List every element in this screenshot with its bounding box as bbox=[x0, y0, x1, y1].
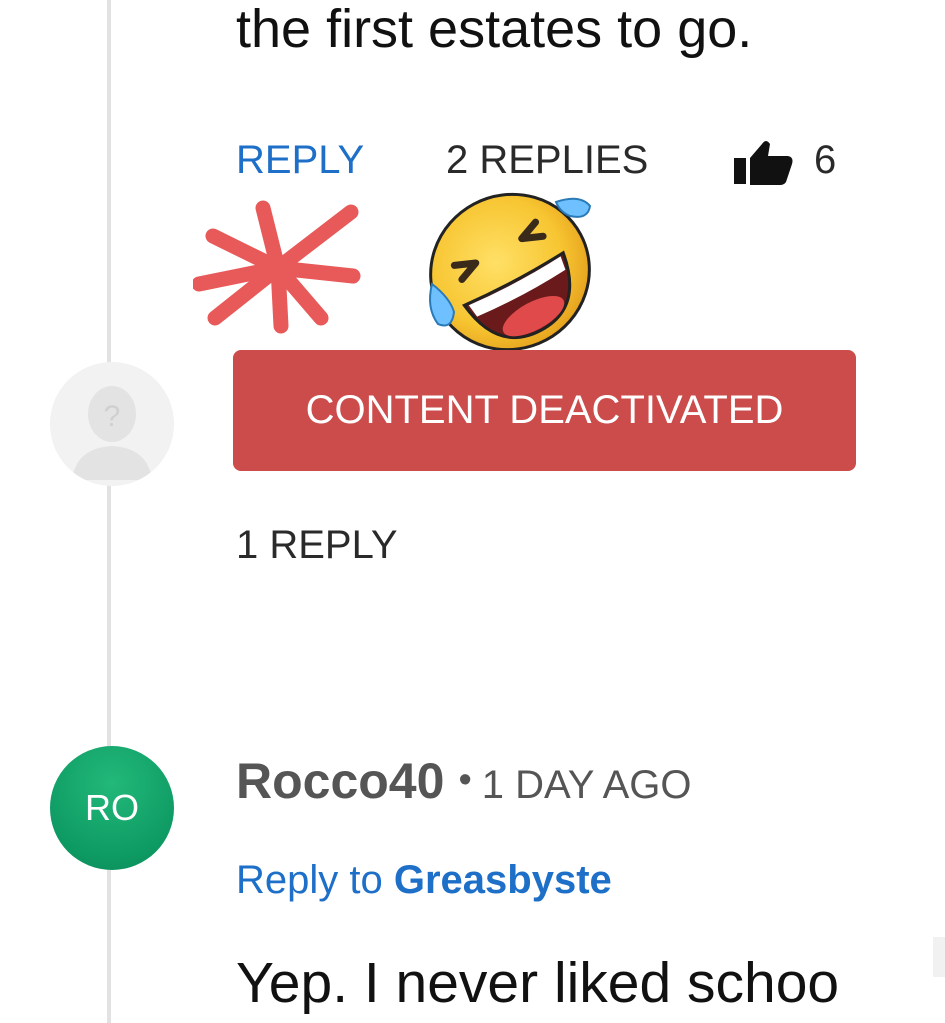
like-count: 6 bbox=[814, 138, 837, 182]
unknown-user-icon: ? bbox=[50, 362, 174, 486]
avatar[interactable]: ? bbox=[50, 362, 174, 486]
author-name[interactable]: Rocco40 bbox=[236, 753, 444, 809]
reply-button[interactable]: REPLY bbox=[236, 138, 364, 183]
reply-to-prefix: Reply to bbox=[236, 858, 383, 902]
reply-to-line: Reply to Greasbyste bbox=[236, 858, 612, 903]
rolling-on-floor-laughing-emoji bbox=[429, 192, 592, 352]
avatar-initials: RO bbox=[85, 787, 139, 828]
separator-dot: • bbox=[458, 759, 472, 801]
timestamp: 1 DAY AGO bbox=[481, 763, 692, 807]
comment-thread-page: the first estates to go. REPLY 2 REPLIES… bbox=[0, 0, 945, 1023]
view-replies-button[interactable]: 1 REPLY bbox=[236, 523, 398, 568]
content-deactivated-badge: CONTENT DEACTIVATED bbox=[233, 350, 856, 471]
thumbs-up-icon bbox=[734, 141, 793, 185]
red-asterisk-scribble bbox=[193, 200, 361, 334]
view-replies-button[interactable]: 2 REPLIES bbox=[446, 138, 648, 183]
comment-actions: REPLY 2 REPLIES 6 bbox=[236, 138, 856, 185]
avatar[interactable]: RO bbox=[50, 746, 174, 870]
comment-body: the first estates to go. bbox=[236, 0, 753, 59]
status-label: CONTENT DEACTIVATED bbox=[305, 388, 784, 432]
scrollbar[interactable] bbox=[933, 937, 945, 977]
svg-text:?: ? bbox=[104, 400, 121, 433]
reply-to-user-link[interactable]: Greasbyste bbox=[394, 858, 612, 902]
comment-body: Yep. I never liked schoo bbox=[236, 951, 840, 1015]
comment-header: Rocco40 • 1 DAY AGO bbox=[236, 752, 692, 809]
